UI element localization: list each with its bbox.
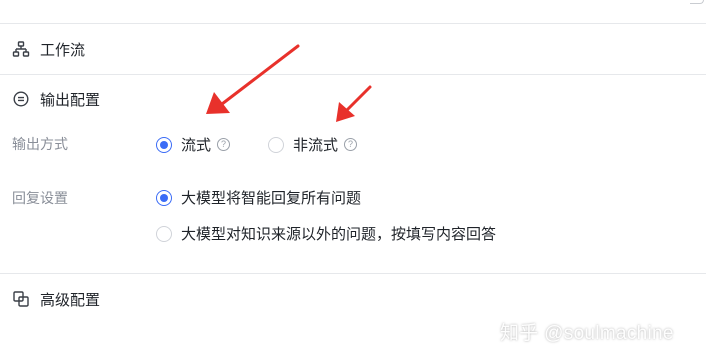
- watermark: 知乎 @soulmachine: [500, 323, 674, 344]
- settings-panel: 工作流 输出配置 输出方式 流式 ? 非流式 ? 回复设置 大模型将智能回复所有…: [0, 0, 706, 360]
- annotation-arrows: [206, 44, 372, 122]
- annotation-arrow: [206, 44, 300, 114]
- annotation-arrow: [336, 85, 372, 122]
